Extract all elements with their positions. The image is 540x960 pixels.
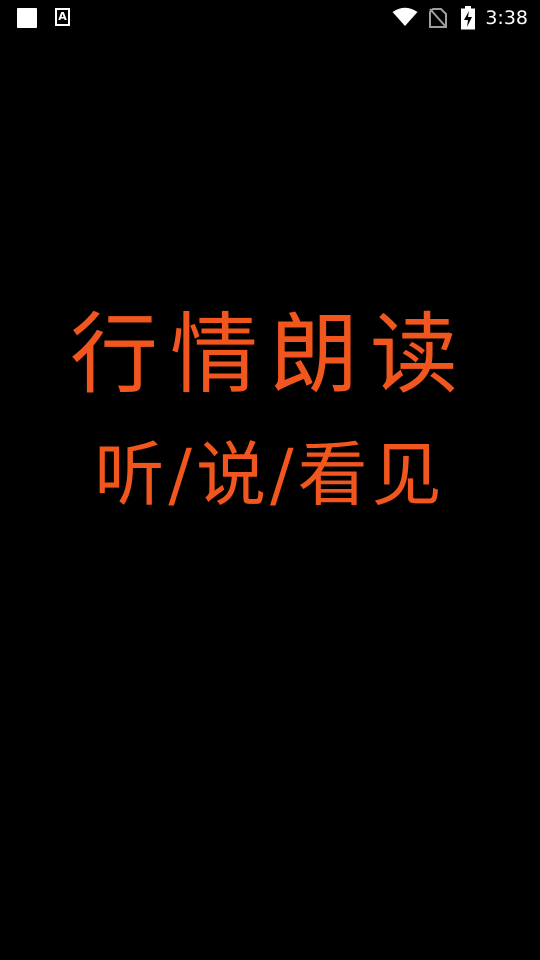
splash-title: 行情朗读 (69, 303, 470, 406)
wifi-icon (392, 7, 418, 26)
status-bar: A 3:38 (0, 0, 540, 36)
status-bar-clock: 3:38 (485, 7, 528, 29)
font-a-icon: A (55, 8, 70, 26)
no-sim-icon (429, 8, 447, 28)
battery-charging-icon (461, 6, 475, 30)
app-notification-square-icon (17, 8, 37, 28)
splash-subtitle: 听/说/看见 (94, 434, 446, 516)
